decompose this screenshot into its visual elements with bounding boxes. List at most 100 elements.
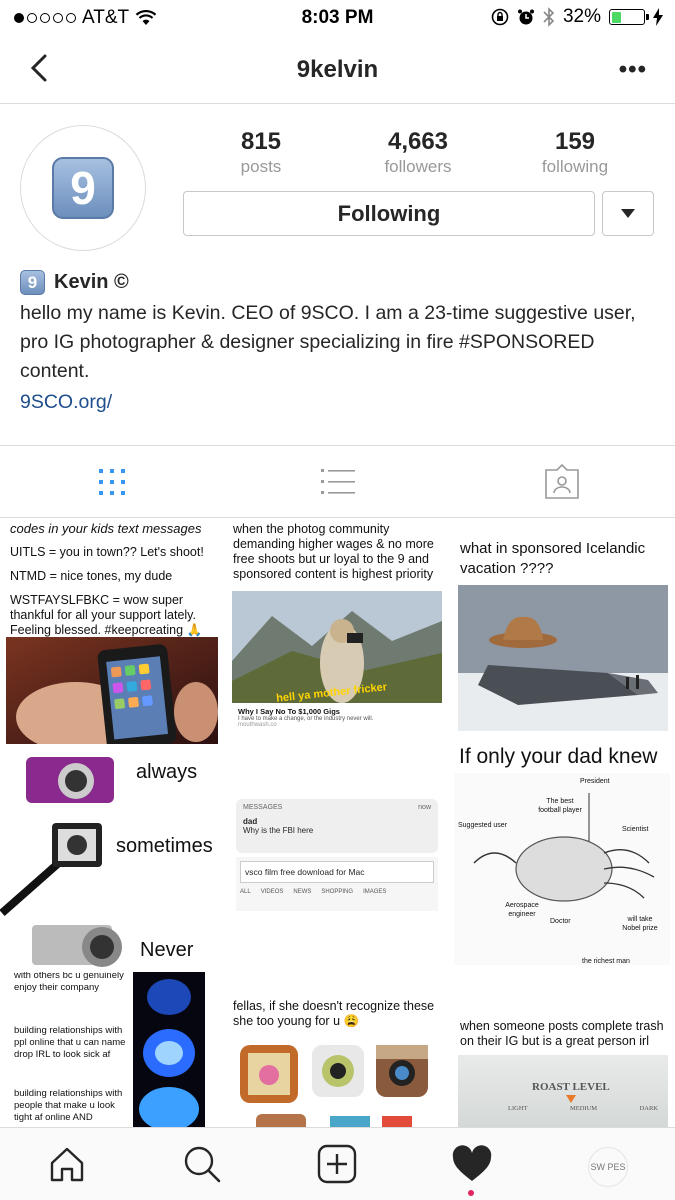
bluetooth-icon	[543, 7, 555, 27]
keycap-nine-emoji: 9	[20, 270, 45, 295]
search-icon	[184, 1146, 221, 1183]
diagram-label: President	[580, 778, 610, 785]
grid-post-7[interactable]: with others bc u genuinely enjoy their c…	[0, 972, 223, 1127]
list-icon	[321, 469, 355, 494]
posts-count: 815	[240, 128, 282, 155]
post-8-caption: fellas, if she doesn't recognize these s…	[233, 999, 435, 1028]
posts-stat[interactable]: 815 posts	[191, 128, 331, 177]
post-5-tab: NEWS	[293, 889, 312, 895]
post-4-label: sometimes	[116, 835, 213, 857]
website-link[interactable]: 9SCO.org/	[20, 391, 660, 414]
grid-view-tab[interactable]	[92, 464, 132, 500]
post-5-when: now	[418, 804, 431, 811]
post-6-caption: If only your dad knew	[459, 747, 658, 768]
followers-label: followers	[384, 157, 452, 176]
post-9-caption: when someone posts complete trash on the…	[460, 1019, 664, 1048]
diagram-label: the richest man	[582, 958, 630, 965]
profile-view-tabs	[0, 445, 675, 518]
search-tab[interactable]	[180, 1144, 224, 1184]
grid-post-5[interactable]: MESSAGES now dad Why is the FBI here vsc…	[226, 747, 449, 969]
grid-post-1[interactable]: codes in your kids text messages UITLS =…	[0, 519, 223, 744]
post-2-article-site: mouthwash.co	[238, 722, 277, 728]
post-1-line: NTMD = nice tones, my dude	[10, 569, 173, 583]
list-view-tab[interactable]	[318, 464, 358, 500]
home-icon	[50, 1147, 84, 1182]
purple-camera-image	[26, 757, 114, 803]
diagram-label: Doctor	[550, 918, 571, 925]
profile-username-title: 9kelvin	[296, 56, 379, 83]
tagged-user-icon	[545, 464, 579, 499]
battery-percent: 32%	[562, 6, 601, 27]
activity-notification-dot	[468, 1190, 474, 1196]
more-app-icons-partial	[256, 1114, 412, 1127]
more-options-icon[interactable]: •••	[619, 56, 647, 84]
leica-camera-image	[32, 925, 122, 967]
alarm-icon	[517, 9, 534, 25]
post-2-caption: when the photog community demanding high…	[233, 522, 434, 581]
followers-stat[interactable]: 4,663 followers	[348, 128, 488, 177]
diagram-label: Scientist	[622, 826, 649, 833]
post-1-line: UITLS = you in town?? Let's shoot!	[10, 545, 204, 559]
profile-tab-avatar[interactable]: SW PES	[588, 1147, 628, 1187]
caret-down-icon	[621, 209, 635, 218]
grid-post-6[interactable]: If only your dad knew President The best…	[452, 747, 675, 969]
roast-scale: DARK	[639, 1105, 658, 1112]
battery-icon	[609, 9, 649, 25]
posts-label: posts	[240, 157, 282, 176]
keycap-nine-emoji: 9	[52, 157, 114, 219]
post-7-line: building relationships with ppl online t…	[14, 1025, 126, 1060]
add-post-icon	[317, 1144, 357, 1184]
post-3-caption: what in sponsored Icelandic vacation ???…	[460, 540, 646, 577]
post-7-line: building relationships with people that …	[14, 1088, 123, 1123]
roast-label: ROAST LEVEL	[532, 1081, 610, 1093]
tagged-view-tab[interactable]	[542, 464, 582, 500]
post-5-tab: IMAGES	[363, 889, 387, 895]
following-count: 159	[554, 128, 596, 155]
grid-post-2[interactable]: when the photog community demanding high…	[226, 519, 449, 744]
new-post-tab[interactable]	[315, 1144, 359, 1184]
grid-post-8[interactable]: fellas, if she doesn't recognize these s…	[226, 972, 449, 1127]
diagram-label: Aerospace engineer	[505, 902, 539, 918]
diagram-label: Suggested user	[458, 822, 508, 829]
camera-plus-app-icon	[312, 1045, 364, 1097]
post-1-line: WSTFAYSLFBKC = wow super thankful for al…	[10, 593, 203, 637]
roast-level-image: ROAST LEVEL LIGHT MEDIUM DARK	[458, 1055, 668, 1127]
gopro-selfie-stick-image	[0, 823, 102, 916]
post-4-label: always	[136, 761, 198, 783]
post-5-tab: ALL	[240, 889, 251, 895]
diagram-label: The best football player	[538, 798, 582, 814]
post-4-label: Never	[140, 939, 194, 961]
glowing-brain-images	[133, 972, 205, 1127]
following-label: following	[541, 157, 609, 176]
grid-post-3[interactable]: what in sponsored Icelandic vacation ???…	[452, 519, 675, 744]
post-5-search: vsco film free download for Mac	[240, 861, 434, 883]
activity-tab[interactable]	[450, 1144, 494, 1184]
suggestions-dropdown-button[interactable]	[602, 191, 654, 236]
full-name-text: Kevin ©	[54, 271, 129, 293]
iphone-in-hand-photo	[6, 637, 218, 744]
post-5-sender: dad	[243, 817, 258, 826]
orientation-lock-icon	[491, 8, 509, 26]
bottom-tab-bar: SW PES	[0, 1127, 675, 1200]
post-7-line: with others bc u genuinely enjoy their c…	[14, 972, 124, 993]
plane-wreck-cowboy-hat-photo	[458, 585, 668, 731]
grid-post-9[interactable]: when someone posts complete trash on the…	[452, 972, 675, 1127]
grid-icon	[99, 469, 125, 495]
following-stat[interactable]: 159 following	[505, 128, 645, 177]
post-5-message: Why is the FBI here	[243, 826, 314, 835]
bio-text: hello my name is Kevin. CEO of 9SCO. I a…	[20, 302, 636, 382]
heart-icon	[452, 1145, 492, 1181]
diagram-label: will take Nobel prize	[622, 916, 658, 932]
profile-full-name: 9 Kevin ©	[20, 270, 660, 295]
post-2-article-title: Why I Say No To $1,000 Gigs	[238, 707, 340, 716]
roast-scale: LIGHT	[508, 1105, 528, 1112]
profile-avatar[interactable]: 9	[20, 125, 146, 251]
following-button[interactable]: Following	[183, 191, 595, 236]
home-tab[interactable]	[45, 1144, 89, 1184]
post-5-tab: SHOPPING	[321, 889, 354, 895]
charging-icon	[653, 8, 663, 26]
post-grid: codes in your kids text messages UITLS =…	[0, 519, 675, 1127]
navigation-bar: 9kelvin •••	[0, 36, 675, 104]
grid-post-4[interactable]: always sometimes Never	[0, 747, 223, 969]
followers-count: 4,663	[387, 128, 449, 155]
